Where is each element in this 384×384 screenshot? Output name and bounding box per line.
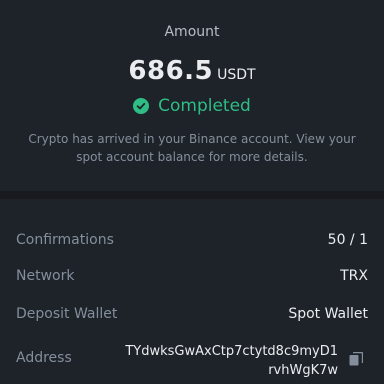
deposit-wallet-row: Deposit Wallet Spot Wallet bbox=[16, 302, 368, 326]
confirmations-value: 50 / 1 bbox=[327, 232, 368, 248]
amount-label: Amount bbox=[164, 24, 220, 40]
amount-value: 686.5 bbox=[128, 56, 214, 86]
deposit-detail-screen: Amount 686.5 USDT Completed Crypto has ar… bbox=[0, 0, 384, 384]
address-value: TYdwksGwAxCtp7ctytd8c9myD1rvhWgK7w bbox=[125, 344, 338, 378]
status-text: Completed bbox=[158, 96, 251, 116]
amount-display: 686.5 USDT bbox=[0, 56, 384, 86]
check-circle-icon bbox=[133, 98, 150, 114]
deposit-wallet-value: Spot Wallet bbox=[288, 306, 368, 322]
confirmations-row: Confirmations 50 / 1 bbox=[16, 228, 368, 252]
deposit-summary: Amount 686.5 USDT Completed Crypto has ar… bbox=[0, 0, 384, 191]
network-label: Network bbox=[16, 268, 75, 284]
confirmations-label: Confirmations bbox=[16, 232, 114, 248]
network-value: TRX bbox=[340, 268, 368, 284]
network-row: Network TRX bbox=[16, 264, 368, 288]
address-label: Address bbox=[16, 350, 72, 366]
copy-icon[interactable] bbox=[349, 352, 363, 366]
section-divider bbox=[0, 191, 384, 199]
arrival-note: Crypto has arrived in your Binance accou… bbox=[28, 132, 356, 164]
deposit-wallet-label: Deposit Wallet bbox=[16, 306, 118, 322]
status-row: Completed bbox=[0, 96, 384, 116]
amount-unit: USDT bbox=[217, 67, 256, 83]
